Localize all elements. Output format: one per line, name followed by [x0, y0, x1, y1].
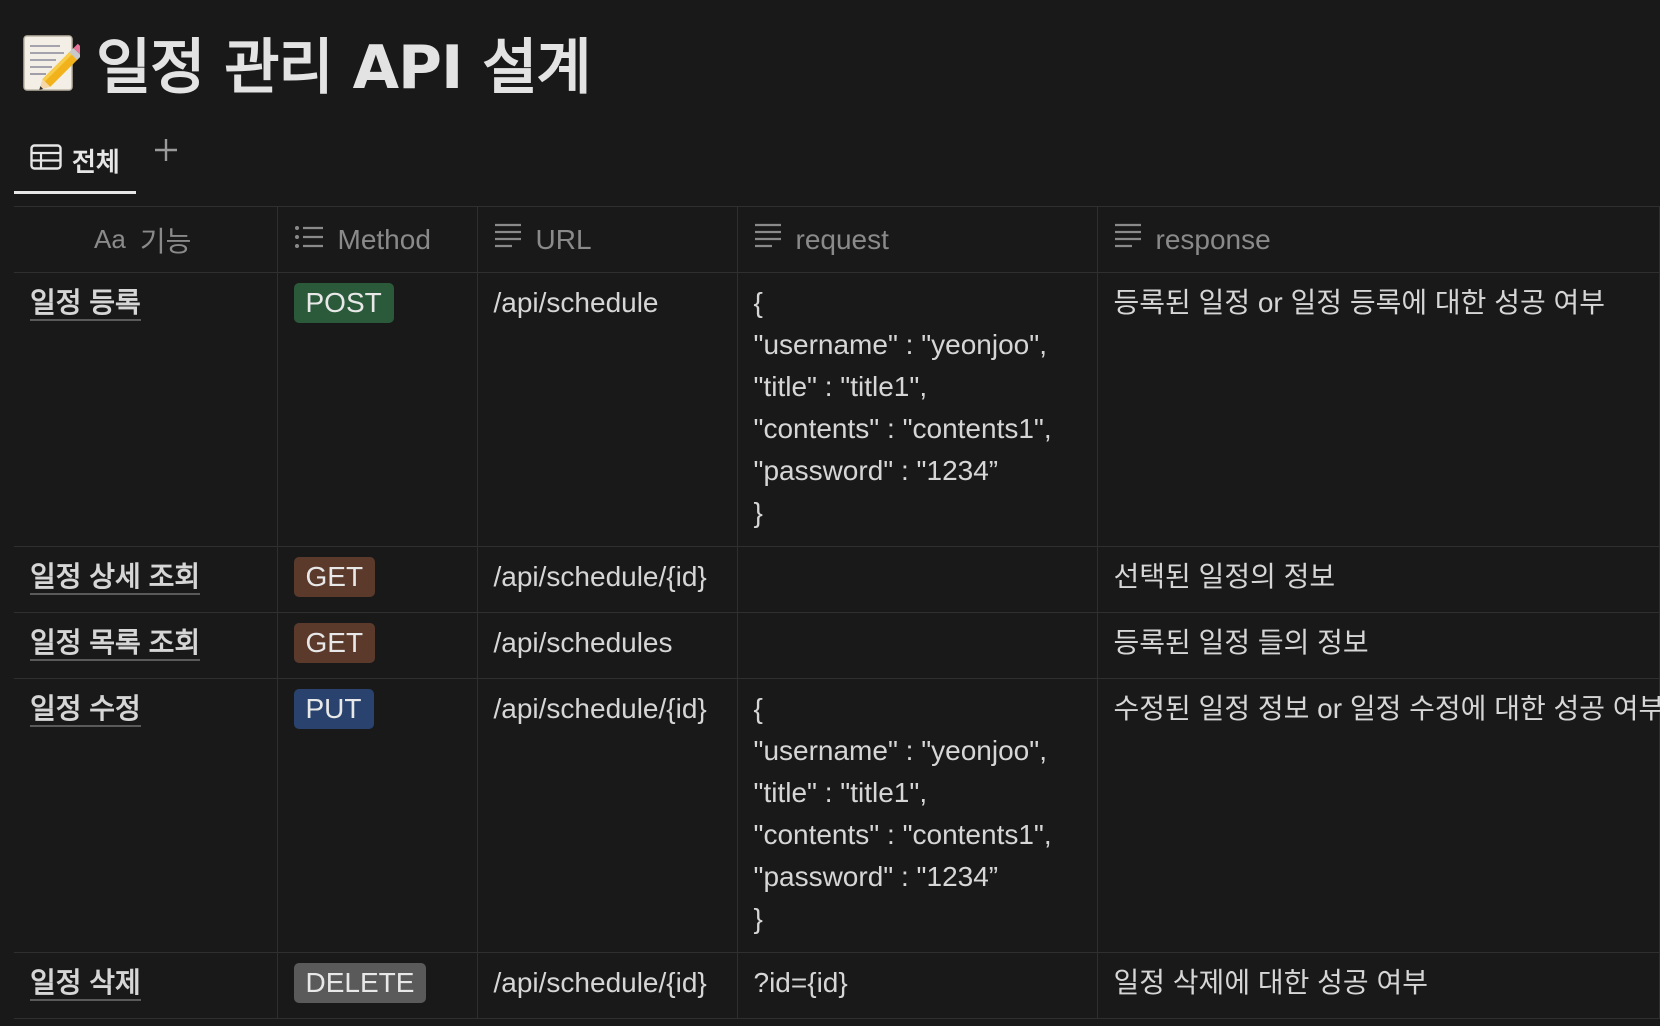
row-name-link[interactable]: 일정 수정 [30, 693, 141, 727]
list-icon [294, 224, 324, 256]
cell-request[interactable] [736, 546, 1098, 613]
row-name-link[interactable]: 일정 등록 [30, 287, 141, 321]
request-line: } [753, 497, 763, 528]
cell-method[interactable]: DELETE [276, 952, 478, 1019]
request-line: { [753, 693, 763, 724]
cell-response[interactable]: 등록된 일정 들의 정보 [1096, 612, 1660, 679]
column-header-label: response [1155, 223, 1271, 255]
cell-url[interactable]: /api/schedule/{id} [476, 952, 738, 1019]
url-text: /api/schedule/{id} [493, 561, 707, 592]
cell-name[interactable]: 일정 상세 조회 [14, 546, 278, 613]
table-row[interactable]: 일정 상세 조회 GET /api/schedule/{id} 선택된 일정의 … [14, 546, 1660, 613]
request-line: "contents" : "contents1", [753, 819, 1052, 850]
request-body: { "username" : "yeonjoo", "title" : "tit… [754, 282, 1081, 534]
title-property-icon: Aa [94, 224, 126, 254]
text-icon [1114, 223, 1142, 256]
column-header-request[interactable]: request [736, 206, 1098, 273]
url-text: /api/schedule [493, 287, 659, 318]
row-name-link[interactable]: 일정 목록 조회 [30, 627, 201, 661]
table-row[interactable]: 일정 등록 POST /api/schedule { "username" : … [14, 272, 1660, 547]
column-header-response[interactable]: response [1096, 206, 1660, 273]
cell-name[interactable]: 일정 목록 조회 [14, 612, 278, 679]
cell-request[interactable] [736, 612, 1098, 679]
request-body: { "username" : "yeonjoo", "title" : "tit… [754, 688, 1081, 940]
method-badge: GET [293, 623, 376, 663]
table-icon [30, 144, 62, 177]
plus-icon [153, 137, 179, 167]
cell-url[interactable]: /api/schedule/{id} [476, 546, 738, 613]
cell-url[interactable]: /api/schedule/{id} [476, 678, 738, 953]
table-row[interactable]: 일정 삭제 DELETE /api/schedule/{id} ?id={id}… [14, 952, 1660, 1019]
column-header-url[interactable]: URL [476, 206, 738, 273]
cell-name[interactable]: 일정 삭제 [14, 952, 278, 1019]
api-table: Aa 기능 Method URL request response 일정 등록 … [14, 206, 1660, 1019]
column-header-label: request [795, 223, 889, 255]
column-header-label: Method [337, 223, 431, 255]
table-row[interactable]: 일정 수정 PUT /api/schedule/{id} { "username… [14, 678, 1660, 953]
cell-response[interactable]: 선택된 일정의 정보 [1096, 546, 1660, 613]
request-line: "contents" : "contents1", [753, 413, 1052, 444]
page-header: 일정 관리 API 설계 [20, 22, 592, 103]
cell-method[interactable]: GET [276, 546, 478, 613]
row-name-link[interactable]: 일정 삭제 [30, 967, 141, 1001]
cell-response[interactable]: 등록된 일정 or 일정 등록에 대한 성공 여부 [1096, 272, 1660, 547]
request-line: "title" : "title1", [753, 371, 928, 402]
response-text: 일정 삭제에 대한 성공 여부 [1113, 967, 1428, 998]
url-text: /api/schedule/{id} [493, 967, 707, 998]
cell-method[interactable]: POST [276, 272, 478, 547]
cell-request[interactable]: ?id={id} [736, 952, 1098, 1019]
view-tabs: 전체 [14, 139, 186, 206]
url-text: /api/schedule/{id} [493, 693, 707, 724]
table-row[interactable]: 일정 목록 조회 GET /api/schedules 등록된 일정 들의 정보 [14, 612, 1660, 679]
cell-url[interactable]: /api/schedules [476, 612, 738, 679]
page-title[interactable]: 일정 관리 API 설계 [96, 19, 592, 106]
method-badge: POST [293, 283, 394, 323]
cell-method[interactable]: GET [276, 612, 478, 679]
cell-response[interactable]: 일정 삭제에 대한 성공 여부 [1096, 952, 1660, 1019]
request-line: "username" : "yeonjoo", [753, 735, 1047, 766]
cell-url[interactable]: /api/schedule [476, 272, 738, 547]
add-view-button[interactable] [146, 132, 186, 172]
method-badge: PUT [293, 689, 374, 729]
request-line: "username" : "yeonjoo", [753, 329, 1047, 360]
response-text: 등록된 일정 or 일정 등록에 대한 성공 여부 [1113, 287, 1606, 318]
column-header-method[interactable]: Method [276, 206, 478, 273]
request-line: } [753, 903, 763, 934]
column-header-label: URL [535, 223, 592, 255]
cell-method[interactable]: PUT [276, 678, 478, 953]
request-line: "title" : "title1", [753, 777, 928, 808]
column-header-name[interactable]: Aa 기능 [14, 206, 278, 273]
request-text: ?id={id} [753, 967, 848, 998]
response-text: 선택된 일정의 정보 [1113, 561, 1336, 592]
cell-name[interactable]: 일정 수정 [14, 678, 278, 953]
request-line: "password" : "1234” [753, 455, 999, 486]
text-icon [754, 223, 782, 256]
cell-request[interactable]: { "username" : "yeonjoo", "title" : "tit… [736, 678, 1098, 953]
request-line: { [753, 287, 763, 318]
method-badge: DELETE [293, 963, 427, 1003]
text-icon [494, 223, 522, 256]
table-header-row: Aa 기능 Method URL request response [14, 206, 1660, 273]
tab-all-label: 전체 [72, 148, 120, 178]
cell-request[interactable]: { "username" : "yeonjoo", "title" : "tit… [736, 272, 1098, 547]
response-text: 등록된 일정 들의 정보 [1113, 627, 1369, 658]
cell-response[interactable]: 수정된 일정 정보 or 일정 수정에 대한 성공 여부 [1096, 678, 1660, 953]
column-header-label: 기능 [139, 225, 192, 257]
cell-name[interactable]: 일정 등록 [14, 272, 278, 547]
tab-all[interactable]: 전체 [14, 130, 136, 194]
method-badge: GET [293, 557, 376, 597]
request-line: "password" : "1234” [753, 861, 999, 892]
response-text: 수정된 일정 정보 or 일정 수정에 대한 성공 여부 [1113, 693, 1660, 724]
row-name-link[interactable]: 일정 상세 조회 [30, 561, 201, 595]
memo-pencil-icon[interactable] [20, 30, 86, 94]
url-text: /api/schedules [493, 627, 673, 658]
